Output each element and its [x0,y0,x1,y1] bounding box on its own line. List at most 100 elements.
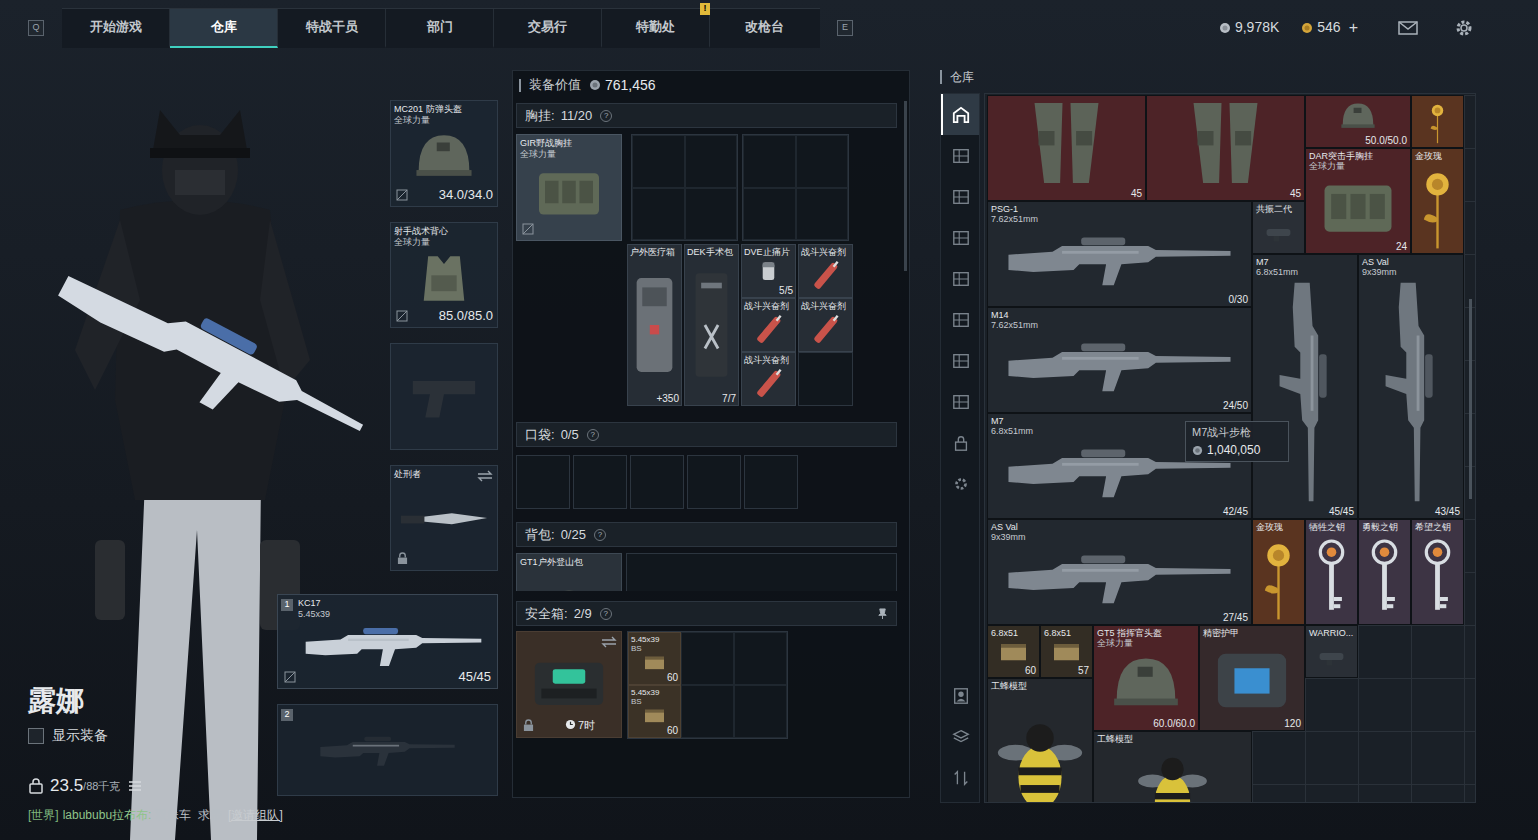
chest-slot[interactable] [685,188,738,241]
sidebar-tab[interactable] [941,381,979,422]
chest-slot[interactable] [798,352,853,406]
sidebar-tab[interactable] [941,675,979,716]
sidebar-tab[interactable] [941,463,979,504]
chest-slot[interactable] [796,188,849,241]
sidebar-tab[interactable] [941,422,979,463]
warehouse-item[interactable] [1411,95,1464,148]
nav-tab[interactable]: 特勤处 [602,9,710,48]
warehouse-item[interactable]: 工蜂模型 [987,678,1093,803]
pocket-slot[interactable] [630,455,684,509]
armor-slot[interactable]: 射手战术背心全球力量85.0/85.0 [390,222,498,328]
safe-slot[interactable] [734,632,787,685]
safe-slot[interactable] [681,632,734,685]
warehouse-item[interactable]: DAR突击手胸挂全球力量24 [1305,148,1411,254]
chest-pouch: DEK手术包7/7 [684,244,739,406]
warehouse-item[interactable]: 工蜂模型 [1093,731,1252,803]
pocket-slot[interactable] [516,455,570,509]
sidebar-tab[interactable] [941,299,979,340]
sidebar-tab[interactable] [941,258,979,299]
lock-icon [952,434,970,452]
scrollbar[interactable] [1469,299,1472,499]
pistol-slot[interactable] [390,343,498,450]
sidebar-tab[interactable] [941,94,979,135]
warehouse-item[interactable]: WARRIO... [1305,625,1358,678]
warehouse-item[interactable]: AS Val9x39mm27/45 [987,519,1252,625]
sidebar-tab[interactable] [941,757,979,798]
pocket-slot[interactable] [744,455,798,509]
sidebar-tab[interactable] [941,340,979,381]
chest-item[interactable]: 战斗兴奋剂 [798,244,853,298]
show-gear-toggle[interactable]: 显示装备 [28,725,277,746]
warehouse-item[interactable]: AS Val9x39mm43/45 [1358,254,1464,519]
chest-slot[interactable] [632,188,685,241]
sidebar-tab[interactable] [941,716,979,757]
warehouse-item[interactable]: 精密护甲120 [1199,625,1305,731]
chest-slot[interactable] [743,188,796,241]
checkbox[interactable] [28,728,44,744]
help-icon[interactable]: ? [600,110,612,122]
item-image [1097,745,1248,803]
chest-item[interactable]: 战斗兴奋剂 [741,298,796,352]
warehouse-item[interactable]: 金玫瑰 [1411,148,1464,254]
chest-slot[interactable] [685,135,738,188]
nav-tab[interactable]: 部门 [386,9,494,48]
sidebar-tab[interactable] [941,176,979,217]
pocket-slot[interactable] [573,455,627,509]
warehouse-item[interactable]: 牺牲之钥 [1305,519,1358,625]
nav-tab[interactable]: 交易行 [494,9,602,48]
safe-item[interactable]: 5.45x39BS60 [628,632,681,685]
safe-slot[interactable] [734,685,787,738]
scrollbar[interactable] [904,101,907,271]
warehouse-item[interactable]: 金玫瑰 [1252,519,1305,625]
chest-item[interactable]: 户外医疗箱+350 [627,244,682,406]
backpack-card[interactable]: GT1户外登山包 [516,553,622,591]
warehouse-item[interactable]: 6.8x5160 [987,625,1040,678]
sidebar-tab[interactable] [941,217,979,258]
safe-item[interactable]: 5.45x39BS60 [628,685,681,738]
help-icon[interactable]: ? [587,429,599,441]
chest-item[interactable]: 战斗兴奋剂 [741,352,796,406]
primary-weapon-slot[interactable]: 1KC175.45x3945/45 [277,594,498,689]
melee-slot[interactable]: 处刑者 [390,465,498,571]
warehouse-item[interactable]: 45 [1146,95,1305,201]
mail-icon[interactable] [1398,21,1418,35]
warehouse-item[interactable]: M147.62x51mm24/50 [987,307,1252,413]
help-icon[interactable]: ? [594,529,606,541]
nav-tab[interactable]: 改枪台 [710,9,818,48]
invite-link[interactable]: [邀请组队] [228,807,283,823]
item-name: 工蜂模型 [1097,734,1133,744]
pistol-placeholder-icon [405,366,483,427]
chest-item[interactable]: DVE止痛片5/5 [741,244,796,298]
safe-box-card[interactable]: 7时 [516,631,622,738]
warehouse-item[interactable]: PSG-17.62x51mm0/30 [987,201,1252,307]
chest-slot[interactable] [796,135,849,188]
chest-item[interactable]: DEK手术包7/7 [684,244,739,406]
safe-slot[interactable] [681,685,734,738]
gear-icon[interactable] [1454,18,1474,38]
secondary-weapon-slot[interactable]: 2 [277,704,498,796]
add-currency-button[interactable]: + [1349,16,1358,40]
chest-rig-card[interactable]: GIR野战胸挂全球力量 [516,134,622,241]
warehouse-item[interactable]: 50.0/50.0 [1305,95,1411,148]
nav-tab[interactable]: 开始游戏 [62,9,170,48]
warehouse-item[interactable]: GT5 指挥官头盔全球力量60.0/60.0 [1093,625,1199,731]
warehouse-item[interactable]: M76.8x51mm45/45 [1252,254,1358,519]
warehouse-item[interactable]: 45 [987,95,1146,201]
chest-slot[interactable] [632,135,685,188]
item-name: WARRIO... [1309,628,1353,638]
chest-item[interactable]: 战斗兴奋剂 [798,298,853,352]
warehouse-item[interactable]: 共振二代 [1252,201,1305,254]
help-icon[interactable]: ? [600,608,612,620]
pocket-slot[interactable] [687,455,741,509]
chest-slot[interactable] [743,135,796,188]
warehouse-item[interactable]: 希望之钥 [1411,519,1464,625]
list-icon[interactable] [128,780,142,792]
nav-tab[interactable]: 特战干员 [278,9,386,48]
nav-tab[interactable]: 仓库 [170,9,278,48]
sidebar-tab[interactable] [941,135,979,176]
helmet-slot[interactable]: MC201 防弹头盔全球力量34.0/34.0 [390,100,498,207]
item-image [802,312,849,348]
warehouse-item[interactable]: 6.8x5157 [1040,625,1093,678]
warehouse-item[interactable]: 勇毅之钥 [1358,519,1411,625]
knife-image [397,496,491,540]
